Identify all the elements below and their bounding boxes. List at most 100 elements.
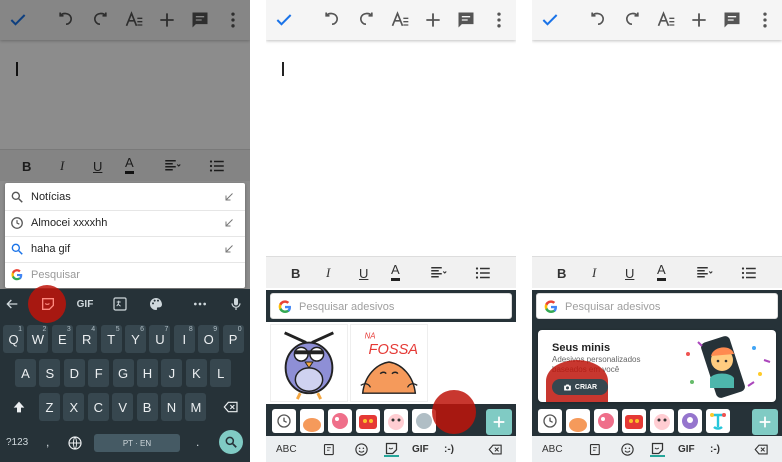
- sticker-search-input[interactable]: Pesquisar adesivos: [270, 293, 512, 319]
- tab-emoticons[interactable]: :-): [710, 441, 720, 457]
- comment-icon[interactable]: [454, 8, 478, 32]
- sticker-icon[interactable]: [40, 295, 56, 313]
- key[interactable]: B: [136, 393, 158, 421]
- list-icon[interactable]: [740, 261, 758, 285]
- arrow-insert-icon[interactable]: [223, 243, 235, 255]
- arrow-insert-icon[interactable]: [223, 217, 235, 229]
- gif-button[interactable]: GIF: [74, 295, 96, 313]
- sticker-pack[interactable]: [678, 409, 702, 433]
- key[interactable]: P0: [222, 325, 244, 353]
- key[interactable]: M: [185, 393, 207, 421]
- redo-icon[interactable]: [620, 8, 644, 32]
- sticker-search-input[interactable]: Pesquisar adesivos: [536, 293, 778, 319]
- search-input[interactable]: Pesquisar: [5, 262, 245, 288]
- enter-key[interactable]: [219, 430, 243, 454]
- list-item[interactable]: haha gif: [5, 236, 245, 262]
- more-vert-icon[interactable]: [753, 8, 777, 32]
- globe-icon[interactable]: [66, 434, 84, 452]
- document-area[interactable]: [532, 40, 782, 256]
- add-sticker-button[interactable]: [752, 409, 778, 435]
- align-icon[interactable]: [695, 261, 713, 285]
- sticker-pack[interactable]: [650, 409, 674, 433]
- add-sticker-button[interactable]: [486, 409, 512, 435]
- key[interactable]: U7: [149, 325, 171, 353]
- sticker-pack[interactable]: [300, 409, 324, 433]
- key[interactable]: X: [63, 393, 85, 421]
- underline-button[interactable]: U: [625, 261, 634, 285]
- smile-icon[interactable]: [354, 441, 369, 457]
- more-vert-icon[interactable]: [487, 8, 511, 32]
- tab-emoticons[interactable]: :-): [444, 441, 454, 457]
- underline-button[interactable]: U: [359, 261, 368, 285]
- key[interactable]: T5: [100, 325, 122, 353]
- symbols-key[interactable]: ?123: [6, 437, 28, 448]
- sticker-pack[interactable]: [706, 409, 730, 433]
- translate-icon[interactable]: [112, 295, 128, 313]
- bold-button[interactable]: B: [291, 261, 300, 285]
- sticker-pack[interactable]: [328, 409, 352, 433]
- undo-icon[interactable]: [586, 8, 610, 32]
- tab-abc[interactable]: ABC: [542, 441, 563, 457]
- text-color-button[interactable]: A: [391, 261, 400, 281]
- key[interactable]: S: [39, 359, 61, 387]
- key[interactable]: H: [137, 359, 158, 387]
- text-color-button[interactable]: A: [657, 261, 666, 281]
- key[interactable]: R4: [76, 325, 98, 353]
- text-format-icon[interactable]: [654, 8, 678, 32]
- key[interactable]: L: [210, 359, 232, 387]
- key[interactable]: Q1: [3, 325, 24, 353]
- key[interactable]: E3: [51, 325, 73, 353]
- italic-button[interactable]: I: [326, 261, 330, 285]
- more-horiz-icon[interactable]: [192, 295, 208, 313]
- sticker-pack[interactable]: [356, 409, 380, 433]
- mic-icon[interactable]: [228, 295, 244, 313]
- history-icon[interactable]: [272, 409, 296, 433]
- smile-icon[interactable]: [620, 441, 635, 457]
- undo-icon[interactable]: [320, 8, 344, 32]
- comment-icon[interactable]: [720, 8, 744, 32]
- key[interactable]: J: [161, 359, 183, 387]
- align-icon[interactable]: [429, 261, 447, 285]
- tab-abc[interactable]: ABC: [276, 441, 297, 457]
- key[interactable]: I8: [173, 325, 195, 353]
- key[interactable]: G: [112, 359, 134, 387]
- key[interactable]: C: [87, 393, 109, 421]
- sticker-pack[interactable]: [566, 409, 590, 433]
- key[interactable]: K: [185, 359, 207, 387]
- sticker-pack[interactable]: [594, 409, 618, 433]
- sticker-pigeon[interactable]: [270, 324, 348, 402]
- key[interactable]: O9: [198, 325, 220, 353]
- backspace-key[interactable]: [216, 393, 246, 421]
- list-icon[interactable]: [474, 261, 492, 285]
- redo-icon[interactable]: [354, 8, 378, 32]
- sticker-na-fossa[interactable]: NA FOSSA: [350, 324, 428, 402]
- space-key[interactable]: PT · EN: [94, 434, 180, 452]
- period-key[interactable]: .: [196, 435, 199, 449]
- document-area[interactable]: [266, 40, 516, 256]
- text-format-icon[interactable]: [388, 8, 412, 32]
- backspace-icon[interactable]: [488, 441, 503, 457]
- key[interactable]: Y6: [125, 325, 146, 353]
- back-arrow-icon[interactable]: [4, 295, 20, 313]
- key[interactable]: F: [88, 359, 110, 387]
- tab-stickers[interactable]: [384, 441, 399, 457]
- arrow-insert-icon[interactable]: [223, 191, 235, 203]
- backspace-icon[interactable]: [754, 441, 769, 457]
- list-item[interactable]: Almocei xxxxhh: [5, 210, 245, 236]
- list-item[interactable]: Notícias: [5, 184, 245, 210]
- key[interactable]: W2: [27, 325, 49, 353]
- check-icon[interactable]: [272, 8, 296, 32]
- key[interactable]: N: [161, 393, 182, 421]
- palette-icon[interactable]: [148, 295, 164, 313]
- check-icon[interactable]: [538, 8, 562, 32]
- key[interactable]: Z: [39, 393, 60, 421]
- tab-recent-stickers[interactable]: [588, 441, 603, 457]
- shift-key[interactable]: [5, 393, 33, 421]
- bold-button[interactable]: B: [557, 261, 566, 285]
- comma-key[interactable]: ,: [46, 435, 49, 449]
- key[interactable]: D: [63, 359, 85, 387]
- history-icon[interactable]: [538, 409, 562, 433]
- key[interactable]: A: [15, 359, 36, 387]
- add-icon[interactable]: [687, 8, 711, 32]
- sticker-pack[interactable]: [622, 409, 646, 433]
